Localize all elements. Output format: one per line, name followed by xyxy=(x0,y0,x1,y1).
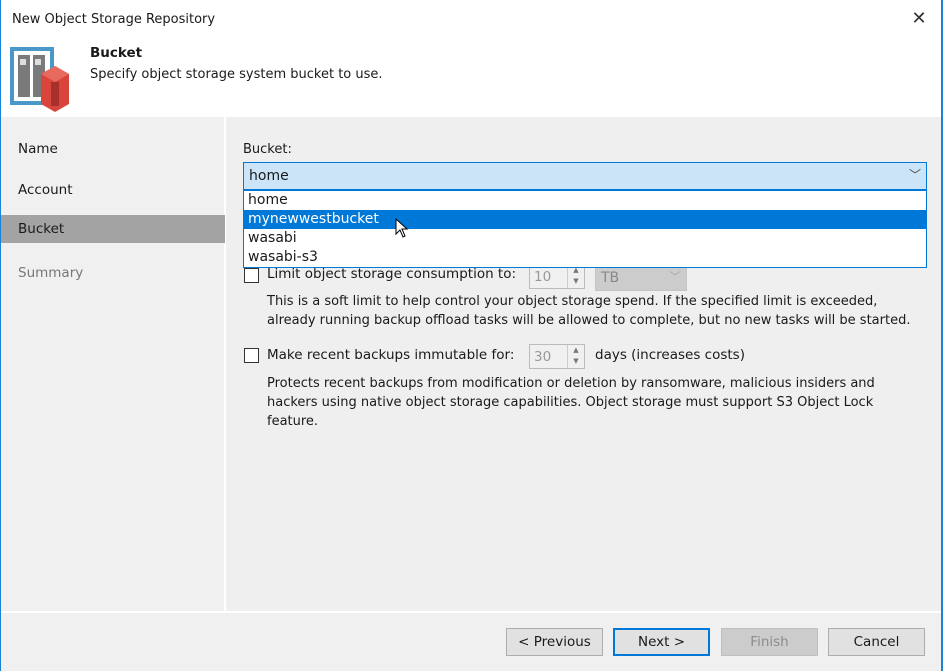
bucket-label: Bucket: xyxy=(243,142,292,157)
page-title: Bucket xyxy=(90,45,143,61)
limit-unit-value: TB xyxy=(601,270,620,286)
cancel-button[interactable]: Cancel xyxy=(828,628,925,656)
chevron-down-icon: ﹀ xyxy=(668,270,681,284)
bucket-combobox[interactable]: home ﹀ xyxy=(243,162,927,190)
finish-button: Finish xyxy=(721,628,818,656)
immutable-days-suffix: days (increases costs) xyxy=(595,347,745,363)
limit-description: This is a soft limit to help control you… xyxy=(267,292,910,330)
limit-consumption-checkbox[interactable] xyxy=(244,268,259,283)
window-title: New Object Storage Repository xyxy=(12,12,216,27)
spin-down-icon[interactable]: ▼ xyxy=(568,276,584,287)
close-icon[interactable]: ✕ xyxy=(909,8,929,29)
bucket-option[interactable]: wasabi xyxy=(244,229,926,248)
bucket-option[interactable]: mynewwestbucket xyxy=(244,210,926,229)
wizard-header: Bucket Specify object storage system buc… xyxy=(1,40,941,117)
bucket-dropdown-list: home mynewwestbucket wasabi wasabi-s3 xyxy=(243,190,927,268)
bucket-option[interactable]: wasabi-s3 xyxy=(244,248,926,267)
wizard-window: New Object Storage Repository ✕ Bucket S… xyxy=(0,0,943,671)
next-button[interactable]: Next > xyxy=(613,628,710,656)
limit-unit-select[interactable]: TB ﹀ xyxy=(595,264,687,291)
bucket-option[interactable]: home xyxy=(244,191,926,210)
step-summary: Summary xyxy=(18,265,84,281)
bucket-selected-value: home xyxy=(249,168,289,184)
limit-value: 10 xyxy=(534,269,552,285)
footer-divider xyxy=(1,611,941,613)
immutable-desc-line: Protects recent backups from modificatio… xyxy=(267,376,875,391)
wizard-steps: Name Account Bucket Summary xyxy=(1,117,226,611)
immutable-checkbox[interactable] xyxy=(244,348,259,363)
title-bar: New Object Storage Repository ✕ xyxy=(1,0,941,40)
immutable-days-stepper[interactable]: 30 ▲ ▼ xyxy=(529,344,585,369)
previous-button[interactable]: < Previous xyxy=(506,628,603,656)
immutable-days-value: 30 xyxy=(534,349,552,365)
limit-desc-line: already running backup offload tasks wil… xyxy=(267,313,911,328)
mouse-cursor-icon xyxy=(395,218,409,238)
spin-up-icon[interactable]: ▲ xyxy=(568,345,584,356)
immutable-label: Make recent backups immutable for: xyxy=(267,347,515,363)
limit-consumption-label: Limit object storage consumption to: xyxy=(267,266,517,282)
spin-down-icon[interactable]: ▼ xyxy=(568,356,584,367)
limit-desc-line: This is a soft limit to help control you… xyxy=(267,294,878,309)
immutable-desc-line: feature. xyxy=(267,414,319,429)
chevron-down-icon[interactable]: ﹀ xyxy=(909,166,921,183)
step-bucket[interactable]: Bucket xyxy=(1,215,225,243)
step-account[interactable]: Account xyxy=(1,176,225,204)
immutable-description: Protects recent backups from modificatio… xyxy=(267,374,875,431)
step-name[interactable]: Name xyxy=(1,135,225,163)
object-storage-repository-icon xyxy=(10,47,69,112)
page-subtitle: Specify object storage system bucket to … xyxy=(90,67,383,82)
immutable-desc-line: hackers using native object storage capa… xyxy=(267,395,874,410)
